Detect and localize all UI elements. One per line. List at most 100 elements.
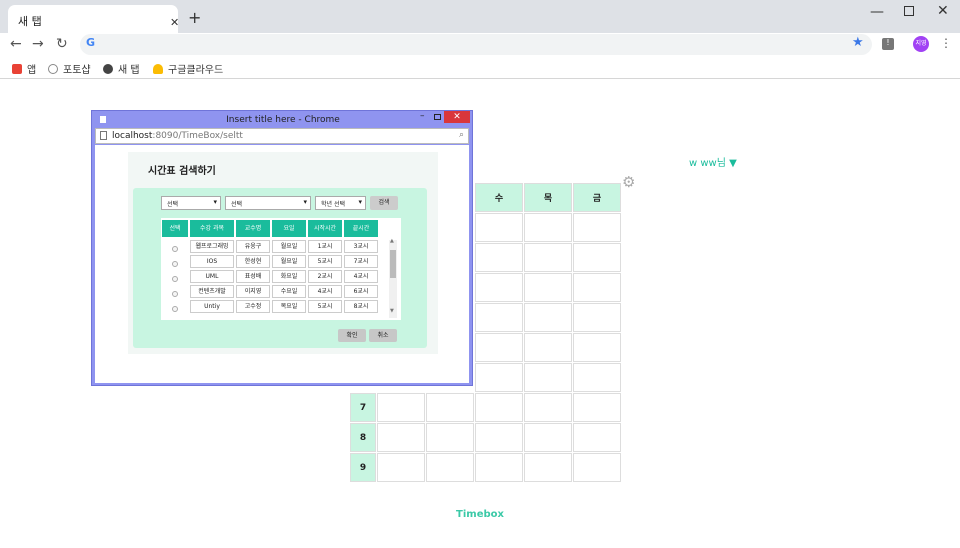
- timetable-cell[interactable]: [377, 423, 425, 452]
- maximize-icon[interactable]: [434, 114, 441, 120]
- timetable-cell[interactable]: [524, 393, 572, 422]
- timetable-cell[interactable]: [524, 363, 572, 392]
- bookmark-photoshop[interactable]: 포토샵: [48, 61, 91, 76]
- column-header: 요일: [272, 220, 306, 237]
- bookmark-label: 앱: [27, 65, 37, 76]
- confirm-button[interactable]: 확인: [338, 329, 366, 342]
- timetable-cell[interactable]: [573, 273, 621, 302]
- timetable-cell[interactable]: [524, 423, 572, 452]
- minimize-icon[interactable]: –: [420, 111, 425, 121]
- bookmark-new-tab[interactable]: 새 탭: [103, 61, 140, 76]
- select-radio[interactable]: [172, 306, 178, 312]
- popup-title: Insert title here - Chrome: [226, 115, 340, 125]
- timetable-cell[interactable]: [475, 333, 523, 362]
- timetable-cell[interactable]: [426, 453, 474, 482]
- timetable-cell[interactable]: [573, 453, 621, 482]
- scroll-up-icon[interactable]: ▲: [390, 238, 394, 244]
- timetable-cell[interactable]: [573, 303, 621, 332]
- popup-address-bar[interactable]: localhost:8090/TimeBox/seltt ⌕: [95, 128, 469, 144]
- timetable-cell[interactable]: [524, 273, 572, 302]
- period-header: 7: [350, 393, 376, 422]
- timetable-cell[interactable]: [475, 423, 523, 452]
- column-header: 시작시간: [308, 220, 342, 237]
- day-cell: 목요일: [272, 300, 306, 313]
- timetable-cell[interactable]: [475, 303, 523, 332]
- search-button[interactable]: 검색: [370, 196, 398, 210]
- search-icon[interactable]: ⌕: [459, 130, 464, 140]
- course-cell: 컨텐츠개발: [190, 285, 234, 298]
- day-header: 목: [524, 183, 572, 212]
- timetable-cell[interactable]: [573, 243, 621, 272]
- day-cell: 월요일: [272, 255, 306, 268]
- timetable-cell[interactable]: [475, 363, 523, 392]
- maximize-icon[interactable]: [904, 6, 914, 16]
- timetable-cell[interactable]: [377, 393, 425, 422]
- select-radio[interactable]: [172, 261, 178, 267]
- popup-window: Insert title here - Chrome – ✕ localhost…: [91, 110, 473, 386]
- course-cell: IOS: [190, 255, 234, 268]
- select-radio[interactable]: [172, 246, 178, 252]
- timetable-cell[interactable]: [377, 453, 425, 482]
- scroll-down-icon[interactable]: ▼: [390, 308, 394, 314]
- extension-icon[interactable]: !: [882, 38, 894, 50]
- column-header: 선택: [162, 220, 188, 237]
- day-cell: 월요일: [272, 240, 306, 253]
- timetable-cell[interactable]: [524, 213, 572, 242]
- bookmark-star-icon[interactable]: ★: [852, 35, 864, 50]
- close-window-icon[interactable]: ✕: [937, 3, 949, 19]
- timetable-cell[interactable]: [573, 393, 621, 422]
- minimize-icon[interactable]: —: [870, 4, 884, 20]
- filter-select-1[interactable]: 선택: [161, 196, 221, 210]
- end-cell: 8교시: [344, 300, 378, 313]
- grade-select[interactable]: 학년 선택: [315, 196, 366, 210]
- apps-icon: [12, 64, 22, 74]
- timetable-cell[interactable]: [475, 453, 523, 482]
- browser-toolbar: ← → ↻ G ★: [0, 33, 960, 57]
- period-header: 8: [350, 423, 376, 452]
- page-icon: [100, 131, 107, 140]
- timetable-cell[interactable]: [524, 453, 572, 482]
- browser-menu-icon[interactable]: ⋮: [940, 36, 952, 50]
- table-scrollbar[interactable]: ▲ ▼: [389, 238, 397, 318]
- timetable-cell[interactable]: [475, 213, 523, 242]
- timetable-cell[interactable]: [573, 423, 621, 452]
- avatar[interactable]: 지영: [913, 36, 929, 52]
- tab-new-tab[interactable]: 새 탭 ✕: [8, 5, 179, 33]
- timetable-cell[interactable]: [573, 363, 621, 392]
- timetable-cell[interactable]: [475, 393, 523, 422]
- timetable-cell[interactable]: [475, 273, 523, 302]
- scrollbar-thumb[interactable]: [390, 250, 396, 278]
- google-icon: G: [86, 36, 96, 49]
- timetable-cell[interactable]: [524, 243, 572, 272]
- professor-cell: 이지영: [236, 285, 270, 298]
- select-radio[interactable]: [172, 291, 178, 297]
- forward-icon[interactable]: →: [32, 36, 44, 52]
- back-icon[interactable]: ←: [10, 36, 22, 52]
- day-header: 수: [475, 183, 523, 212]
- close-tab-icon[interactable]: ✕: [170, 16, 179, 29]
- new-tab-button[interactable]: +: [188, 8, 201, 27]
- column-header: 교수명: [236, 220, 270, 237]
- filter-select-2[interactable]: 선택: [225, 196, 311, 210]
- cancel-button[interactable]: 취소: [369, 329, 397, 342]
- reload-icon[interactable]: ↻: [56, 36, 68, 52]
- timetable-cell[interactable]: [524, 303, 572, 332]
- address-bar[interactable]: G ★: [80, 34, 872, 55]
- gear-icon[interactable]: ⚙: [622, 173, 635, 191]
- close-icon[interactable]: ✕: [444, 111, 470, 123]
- timetable-cell[interactable]: [426, 423, 474, 452]
- bookmark-google-cloud[interactable]: 구글클라우드: [153, 61, 223, 76]
- timetable-cell[interactable]: [524, 333, 572, 362]
- timetable-row: 9: [350, 453, 621, 482]
- professor-cell: 표성배: [236, 270, 270, 283]
- select-radio[interactable]: [172, 276, 178, 282]
- timetable-cell[interactable]: [475, 243, 523, 272]
- timetable-cell[interactable]: [573, 213, 621, 242]
- timetable-cell[interactable]: [573, 333, 621, 362]
- bookmarks-bar: 앱 포토샵 새 탭 구글클라우드: [0, 57, 960, 79]
- day-cell: 수요일: [272, 285, 306, 298]
- user-menu[interactable]: w ww님 ▼: [689, 154, 737, 169]
- course-table: 선택 수강 과목 교수명 요일 시작시간 끝시간 웹프로그래밍 유웅구 월요일 …: [161, 218, 401, 320]
- bookmark-apps[interactable]: 앱: [12, 61, 36, 76]
- timetable-cell[interactable]: [426, 393, 474, 422]
